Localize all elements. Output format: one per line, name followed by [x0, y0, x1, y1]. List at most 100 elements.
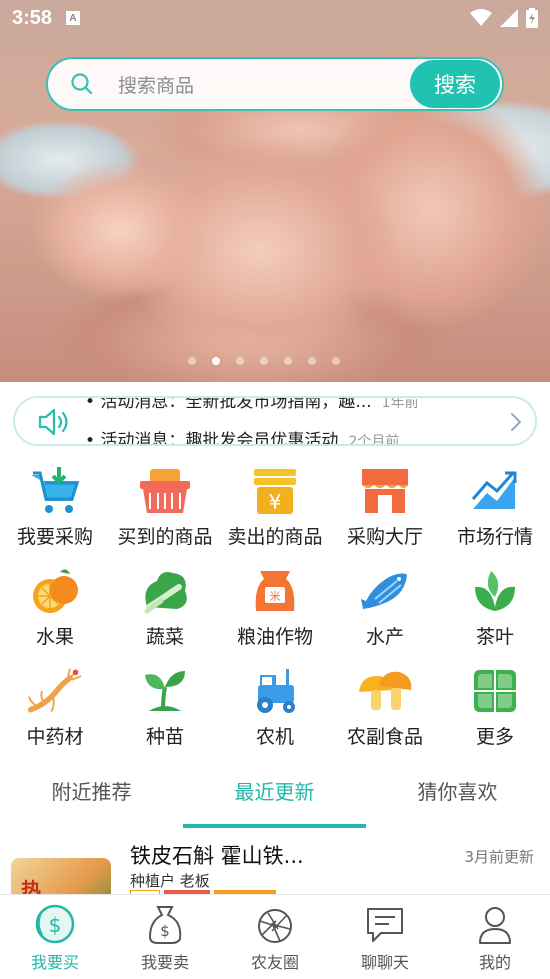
nav-label: 我要卖 [140, 953, 189, 972]
product-title: 铁皮石斛 霍山铁... [130, 844, 304, 868]
svg-text:$: $ [49, 913, 62, 937]
grid-item-label: 卖出的商品 [227, 526, 323, 548]
tab-guess[interactable]: 猜你喜欢 [366, 766, 549, 828]
nav-chat[interactable]: 聊聊天 [330, 895, 440, 979]
carousel-dot [332, 357, 340, 365]
status-time: 3:58 [12, 6, 53, 29]
bottom-nav: $ 我要买 $ 我要卖 农友圈 聊聊天 我的 [0, 894, 550, 979]
user-icon [440, 895, 550, 945]
grid-item-bought[interactable]: 买到的商品 [110, 460, 220, 556]
notice-bar[interactable]: • 活动消息：全新批发市场指南，趣... 1年前 • 活动消息：趣批发会员优惠活动… [13, 396, 537, 446]
grid-item-label: 水产 [365, 626, 404, 648]
grid-item-label: 中药材 [26, 726, 84, 748]
notice-time: 1年前 [381, 396, 419, 411]
seedling-icon [137, 666, 193, 716]
notice-item[interactable]: • 活动消息：全新批发市场指南，趣... 1年前 [85, 396, 485, 412]
yuan-box-icon: ¥ [247, 466, 303, 516]
grid-item-machinery[interactable]: 农机 [220, 660, 330, 756]
yuan-circle-icon: $ [0, 895, 110, 945]
aperture-icon [220, 895, 330, 945]
product-thumbnail: 热 [11, 858, 111, 896]
carousel-dot [260, 357, 268, 365]
grid-item-label: 水果 [35, 626, 74, 648]
svg-text:$: $ [160, 922, 170, 940]
nav-me[interactable]: 我的 [440, 895, 550, 979]
carousel-dot-active [212, 357, 220, 365]
tab-label: 最近更新 [234, 780, 315, 804]
status-bar: 3:58 A [0, 0, 550, 36]
feed-tabs: 附近推荐 最近更新 猜你喜欢 [0, 766, 550, 828]
nav-label: 农友圈 [250, 953, 299, 972]
chevron-right-icon[interactable] [509, 411, 523, 433]
search-button[interactable]: 搜索 [410, 60, 500, 108]
grid-item-label: 更多 [475, 726, 514, 748]
store-icon [357, 466, 413, 516]
carousel-dot [236, 357, 244, 365]
nav-buy[interactable]: $ 我要买 [0, 895, 110, 979]
grid-item-label: 蔬菜 [145, 626, 184, 648]
carousel-dot [188, 357, 196, 365]
fish-icon [357, 566, 413, 616]
grid-item-tea[interactable]: 茶叶 [440, 560, 550, 656]
grid-item-label: 我要采购 [16, 526, 93, 548]
product-card[interactable]: 热 铁皮石斛 霍山铁... 3月前更新 种植户 老板 [0, 836, 550, 896]
grid-item-hall[interactable]: 采购大厅 [330, 460, 440, 556]
mushroom-icon [357, 666, 413, 716]
tractor-icon [247, 666, 303, 716]
orange-icon [27, 566, 83, 616]
carousel-dot [284, 357, 292, 365]
svg-text:¥: ¥ [269, 490, 282, 514]
grid-item-label: 采购大厅 [346, 526, 423, 548]
grid-item-label: 农机 [255, 726, 294, 748]
chat-icon [330, 895, 440, 945]
grid-item-herb[interactable]: 中药材 [0, 660, 110, 756]
basket-icon [137, 466, 193, 516]
notice-item[interactable]: • 活动消息：趣批发会员优惠活动 2个月前 [85, 426, 485, 446]
svg-text:米: 米 [270, 590, 281, 603]
trend-chart-icon [467, 466, 523, 516]
grid-item-label: 粮油作物 [236, 626, 313, 648]
grid-item-label: 买到的商品 [117, 526, 213, 548]
notice-time: 2个月前 [348, 434, 400, 446]
grid-item-purchase[interactable]: 我要采购 [0, 460, 110, 556]
battery-icon [526, 8, 538, 28]
nav-label: 我要买 [30, 953, 79, 972]
tab-active-indicator [183, 824, 366, 828]
hero-banner[interactable]: 3:58 A 搜索商品 搜索 [0, 0, 550, 382]
tab-recent[interactable]: 最近更新 [183, 766, 366, 828]
ginseng-icon [27, 666, 83, 716]
notice-text: 活动消息：全新批发市场指南，趣... [100, 396, 372, 412]
carousel-indicator [188, 357, 340, 365]
grid-item-market[interactable]: 市场行情 [440, 460, 550, 556]
search-bar[interactable]: 搜索商品 搜索 [46, 57, 504, 111]
grid-item-sold[interactable]: ¥ 卖出的商品 [220, 460, 330, 556]
grid-item-aquatic[interactable]: 水产 [330, 560, 440, 656]
grid-item-fruit[interactable]: 水果 [0, 560, 110, 656]
nav-label: 我的 [478, 953, 511, 972]
sim-icon: A [66, 11, 81, 25]
tab-nearby[interactable]: 附近推荐 [0, 766, 183, 828]
money-bag-icon: $ [110, 895, 220, 945]
search-input[interactable]: 搜索商品 [118, 71, 410, 98]
grid-item-label: 市场行情 [456, 526, 533, 548]
cart-download-icon [27, 466, 83, 516]
wifi-icon [470, 9, 492, 26]
speaker-icon [38, 408, 68, 436]
grid-item-label: 种苗 [145, 726, 184, 748]
grid-item-food[interactable]: 农副食品 [330, 660, 440, 756]
nav-circle[interactable]: 农友圈 [220, 895, 330, 979]
carousel-dot [308, 357, 316, 365]
grid-item-grain-oil[interactable]: 米 粮油作物 [220, 560, 330, 656]
grid-item-seedling[interactable]: 种苗 [110, 660, 220, 756]
grid-item-more[interactable]: 更多 [440, 660, 550, 756]
tea-leaf-icon [467, 566, 523, 616]
tab-label: 猜你喜欢 [417, 780, 498, 804]
product-seller: 种植户 老板 [130, 872, 210, 890]
rice-bag-icon: 米 [247, 566, 303, 616]
notice-text: 活动消息：趣批发会员优惠活动 [100, 431, 339, 446]
grid-item-label: 农副食品 [346, 726, 423, 748]
nav-sell[interactable]: $ 我要卖 [110, 895, 220, 979]
grid-item-vegetable[interactable]: 蔬菜 [110, 560, 220, 656]
clover-more-icon [467, 666, 523, 716]
cabbage-icon [137, 566, 193, 616]
